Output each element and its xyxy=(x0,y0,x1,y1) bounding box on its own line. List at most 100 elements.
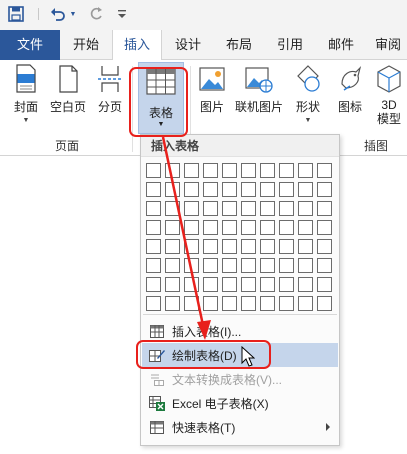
table-grid-cell[interactable] xyxy=(279,220,294,235)
table-grid-cell[interactable] xyxy=(317,277,332,292)
table-grid-cell[interactable] xyxy=(184,182,199,197)
table-grid-cell[interactable] xyxy=(241,296,256,311)
table-size-grid[interactable] xyxy=(146,163,332,311)
table-grid-cell[interactable] xyxy=(317,182,332,197)
table-grid-cell[interactable] xyxy=(146,201,161,216)
table-grid-cell[interactable] xyxy=(165,163,180,178)
table-grid-cell[interactable] xyxy=(203,201,218,216)
table-grid-cell[interactable] xyxy=(146,258,161,273)
table-grid-cell[interactable] xyxy=(317,201,332,216)
table-grid-cell[interactable] xyxy=(260,220,275,235)
3d-model-button[interactable]: 3D 模型 xyxy=(372,64,406,126)
table-grid-cell[interactable] xyxy=(260,239,275,254)
table-grid-cell[interactable] xyxy=(298,258,313,273)
tab-layout[interactable]: 布局 xyxy=(214,30,264,60)
table-grid-cell[interactable] xyxy=(222,258,237,273)
table-grid-cell[interactable] xyxy=(184,239,199,254)
table-grid-cell[interactable] xyxy=(222,277,237,292)
redo-icon[interactable] xyxy=(86,4,106,24)
table-grid-cell[interactable] xyxy=(165,239,180,254)
table-grid-cell[interactable] xyxy=(298,239,313,254)
table-grid-cell[interactable] xyxy=(241,182,256,197)
table-grid-cell[interactable] xyxy=(260,296,275,311)
table-grid-cell[interactable] xyxy=(279,239,294,254)
picture-button[interactable]: 图片 xyxy=(196,64,228,115)
table-grid-cell[interactable] xyxy=(184,220,199,235)
table-grid-cell[interactable] xyxy=(241,239,256,254)
table-grid-cell[interactable] xyxy=(203,296,218,311)
table-grid-cell[interactable] xyxy=(317,258,332,273)
excel-spreadsheet-menu-item[interactable]: Excel 电子表格(X) xyxy=(142,391,338,415)
table-grid-cell[interactable] xyxy=(203,220,218,235)
table-grid-cell[interactable] xyxy=(241,277,256,292)
table-grid-cell[interactable] xyxy=(317,296,332,311)
table-grid-cell[interactable] xyxy=(203,258,218,273)
table-grid-cell[interactable] xyxy=(317,163,332,178)
table-grid-cell[interactable] xyxy=(279,258,294,273)
tab-file[interactable]: 文件 xyxy=(0,30,60,60)
tab-home[interactable]: 开始 xyxy=(60,30,112,60)
table-grid-cell[interactable] xyxy=(260,201,275,216)
table-grid-cell[interactable] xyxy=(146,163,161,178)
table-grid-cell[interactable] xyxy=(241,220,256,235)
table-grid-cell[interactable] xyxy=(222,163,237,178)
table-grid-cell[interactable] xyxy=(184,258,199,273)
table-grid-cell[interactable] xyxy=(203,239,218,254)
table-grid-cell[interactable] xyxy=(222,220,237,235)
quick-tables-menu-item[interactable]: 快速表格(T) xyxy=(142,415,338,439)
table-grid-cell[interactable] xyxy=(203,163,218,178)
undo-icon[interactable] xyxy=(48,4,68,24)
table-grid-cell[interactable] xyxy=(317,220,332,235)
table-grid-cell[interactable] xyxy=(241,163,256,178)
tab-mailings[interactable]: 邮件 xyxy=(316,30,366,60)
table-grid-cell[interactable] xyxy=(298,182,313,197)
table-grid-cell[interactable] xyxy=(146,277,161,292)
tab-review[interactable]: 审阅 xyxy=(366,30,407,60)
customize-toolbar-icon[interactable] xyxy=(116,4,128,24)
table-grid-cell[interactable] xyxy=(184,163,199,178)
tab-references[interactable]: 引用 xyxy=(264,30,316,60)
table-grid-cell[interactable] xyxy=(203,182,218,197)
table-grid-cell[interactable] xyxy=(165,182,180,197)
table-grid-cell[interactable] xyxy=(241,201,256,216)
table-grid-cell[interactable] xyxy=(279,201,294,216)
table-grid-cell[interactable] xyxy=(184,296,199,311)
table-grid-cell[interactable] xyxy=(146,296,161,311)
table-grid-cell[interactable] xyxy=(222,296,237,311)
table-grid-cell[interactable] xyxy=(184,201,199,216)
table-grid-cell[interactable] xyxy=(222,201,237,216)
table-grid-cell[interactable] xyxy=(298,277,313,292)
page-break-button[interactable]: 分页 xyxy=(92,64,128,115)
cover-page-button[interactable]: 封面 ▼ xyxy=(8,64,44,125)
table-grid-cell[interactable] xyxy=(222,182,237,197)
shapes-button[interactable]: 形状 ▼ xyxy=(292,64,324,125)
table-grid-cell[interactable] xyxy=(146,239,161,254)
table-grid-cell[interactable] xyxy=(298,220,313,235)
table-grid-cell[interactable] xyxy=(241,258,256,273)
table-grid-cell[interactable] xyxy=(298,201,313,216)
table-grid-cell[interactable] xyxy=(203,277,218,292)
table-grid-cell[interactable] xyxy=(165,296,180,311)
undo-dropdown-icon[interactable]: ▼ xyxy=(68,4,78,24)
table-grid-cell[interactable] xyxy=(298,296,313,311)
icons-button[interactable]: 图标 xyxy=(334,64,366,115)
table-grid-cell[interactable] xyxy=(146,182,161,197)
table-grid-cell[interactable] xyxy=(279,277,294,292)
table-grid-cell[interactable] xyxy=(165,258,180,273)
table-grid-cell[interactable] xyxy=(165,220,180,235)
save-icon[interactable] xyxy=(6,4,26,24)
online-picture-button[interactable]: 联机图片 xyxy=(232,64,286,115)
table-grid-cell[interactable] xyxy=(165,201,180,216)
table-grid-cell[interactable] xyxy=(184,277,199,292)
table-grid-cell[interactable] xyxy=(146,220,161,235)
table-grid-cell[interactable] xyxy=(279,296,294,311)
table-grid-cell[interactable] xyxy=(260,258,275,273)
table-grid-cell[interactable] xyxy=(260,182,275,197)
table-grid-cell[interactable] xyxy=(317,239,332,254)
table-grid-cell[interactable] xyxy=(279,163,294,178)
table-grid-cell[interactable] xyxy=(165,277,180,292)
table-grid-cell[interactable] xyxy=(298,163,313,178)
table-grid-cell[interactable] xyxy=(260,163,275,178)
tab-insert[interactable]: 插入 xyxy=(112,30,162,61)
blank-page-button[interactable]: 空白页 xyxy=(48,64,88,115)
